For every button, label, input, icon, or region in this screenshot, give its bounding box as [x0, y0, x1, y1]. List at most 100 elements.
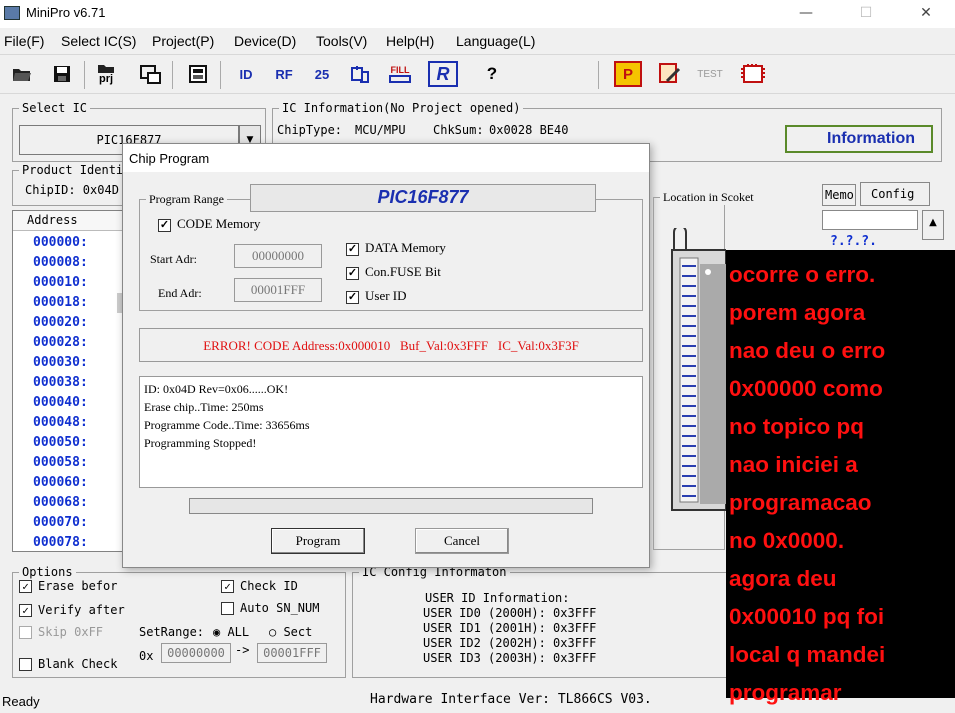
ic-config-header: USER ID Information: [425, 591, 570, 605]
user-id-label: User ID [365, 288, 407, 303]
overlay-line: no 0x0000. [729, 528, 845, 553]
test-icon[interactable]: TEST [696, 61, 724, 87]
maximize-button[interactable]: ☐ [856, 4, 876, 22]
table-row: 000020: [33, 315, 88, 330]
start-adr-label: Start Adr: [150, 252, 197, 266]
address-table: Address 000000: 000008: 000010: 000018: … [12, 210, 127, 552]
log-line: Programme Code..Time: 33656ms [144, 418, 310, 432]
scroll-up-icon[interactable]: ▲ [922, 210, 944, 240]
checksum-label: ChkSum: [433, 123, 484, 137]
menu-file[interactable]: File(F) [4, 33, 44, 49]
tab-memo[interactable]: Memo [822, 184, 856, 206]
overlay-line: programacao [729, 490, 872, 515]
check-id-checkbox[interactable]: ✓ Check ID [221, 579, 298, 593]
menu-project[interactable]: Project(P) [152, 33, 214, 49]
code-memory-label: CODE Memory [177, 216, 261, 231]
overlay-line: ocorre o erro. [729, 262, 876, 287]
end-adr-label: End Adr: [158, 286, 202, 300]
table-row: 000018: [33, 295, 88, 310]
range-start-input[interactable]: 00000000 [161, 643, 231, 663]
help-icon[interactable]: ? [478, 61, 506, 87]
set-range-label: SetRange: [139, 625, 205, 639]
overlay-line: 0x00000 como [729, 376, 883, 401]
log-line: ID: 0x04D Rev=0x06......OK! [144, 382, 289, 396]
dialog-title: Chip Program [123, 144, 649, 172]
ic-config-line: USER ID2 (2002H): 0x3FFF [423, 636, 597, 650]
zif-socket-icon [671, 228, 726, 511]
data-memory-checkbox[interactable]: ✓ DATA Memory [346, 240, 446, 256]
ic-chip-icon[interactable] [738, 61, 766, 87]
r-icon[interactable]: R [428, 61, 458, 87]
range-all-label: ALL [227, 625, 250, 639]
table-row: 000058: [33, 455, 88, 470]
range-prefix: 0x [139, 649, 154, 663]
options-group: Options ✓ Erase befor ✓ Verify after Skip … [12, 565, 346, 678]
user-id-checkbox[interactable]: ✓ User ID [346, 288, 407, 304]
overlay-line: nao iniciei a [729, 452, 858, 477]
con-fuse-bit-label: Con.FUSE Bit [365, 264, 441, 279]
read-chip-icon[interactable]: RF [270, 61, 298, 87]
save-project-icon[interactable] [136, 61, 164, 87]
menu-device[interactable]: Device(D) [234, 33, 296, 49]
range-end-input[interactable]: 00001FFF [257, 643, 327, 663]
information-button[interactable]: Information [785, 125, 933, 153]
open-project-icon[interactable]: prj [92, 61, 120, 87]
toolbar: prj ID RF 25 FILL R ? P TEST [0, 54, 955, 94]
ic-config-line: USER ID3 (2003H): 0x3FFF [423, 651, 597, 665]
menu-help[interactable]: Help(H) [386, 33, 434, 49]
menu-bar: File(F) Select IC(S) Project(P) Device(D… [0, 30, 955, 52]
skip-0xff-label: Skip 0xFF [38, 625, 104, 639]
title-bar: MiniPro v6.71 — ☐ ✕ [0, 0, 955, 28]
overlay-line: agora deu [729, 566, 837, 591]
window-title: MiniPro v6.71 [26, 5, 106, 20]
start-adr-input[interactable]: 00000000 [234, 244, 322, 268]
error-message: ERROR! CODE Address:0x000010 Buf_Val:0x3… [139, 328, 643, 362]
open-folder-icon[interactable] [8, 61, 36, 87]
menu-tools[interactable]: Tools(V) [316, 33, 367, 49]
menu-select-ic[interactable]: Select IC(S) [61, 33, 136, 49]
blank-check-checkbox[interactable]: Blank Check [19, 657, 117, 671]
skip-0xff-checkbox[interactable]: Skip 0xFF [19, 625, 103, 639]
ic-info-label: IC Information(No Project opened) [279, 101, 524, 115]
data-memory-label: DATA Memory [365, 240, 446, 255]
program-button[interactable]: Program [271, 528, 365, 554]
erase-before-checkbox[interactable]: ✓ Erase befor [19, 579, 117, 593]
menu-language[interactable]: Language(L) [456, 33, 535, 49]
buffer-icon[interactable] [184, 61, 212, 87]
log-line: Programming Stopped! [144, 436, 257, 450]
con-fuse-bit-checkbox[interactable]: ✓ Con.FUSE Bit [346, 264, 441, 280]
auto-sn-num-checkbox[interactable]: Auto SN_NUM [221, 601, 319, 615]
blank-check-label: Blank Check [38, 657, 118, 671]
verify-icon[interactable]: 25 [308, 61, 336, 87]
log-box: ID: 0x04D Rev=0x06......OK! Erase chip..… [139, 376, 643, 488]
verify-after-checkbox[interactable]: ✓ Verify after [19, 603, 125, 617]
product-identi-group: Product Identi ChipID: 0x04D [12, 163, 130, 206]
table-row: 000040: [33, 395, 88, 410]
code-memory-checkbox[interactable]: ✓ CODE Memory [158, 216, 260, 232]
options-label: Options [19, 565, 76, 579]
status-ready: Ready [2, 694, 40, 709]
range-all-radio[interactable]: ◉ ALL [213, 625, 249, 639]
overlay-line: local q mandei [729, 642, 886, 667]
read-id-icon[interactable]: ID [232, 61, 260, 87]
program-icon[interactable]: P [614, 61, 642, 87]
table-row: 000048: [33, 415, 88, 430]
table-row: 000070: [33, 515, 88, 530]
blank-check-icon[interactable] [346, 61, 374, 87]
log-line: Erase chip..Time: 250ms [144, 400, 264, 414]
ic-config-line: USER ID0 (2000H): 0x3FFF [423, 606, 597, 620]
table-row: 000060: [33, 475, 88, 490]
fill-label: FILL [390, 64, 410, 75]
tab-config[interactable]: Config [860, 182, 930, 206]
program-range-group: Program Range PIC16F877 ✓ CODE Memory Sta… [139, 184, 643, 311]
ic-config-line: USER ID1 (2001H): 0x3FFF [423, 621, 597, 635]
range-sect-radio[interactable]: ○ Sect [269, 625, 312, 639]
right-edit-panel [822, 210, 918, 230]
cancel-button[interactable]: Cancel [415, 528, 509, 554]
close-button[interactable]: ✕ [916, 4, 936, 22]
save-icon[interactable] [48, 61, 76, 87]
edit-icon[interactable] [656, 61, 684, 87]
minimize-button[interactable]: — [796, 4, 816, 22]
fill-icon[interactable]: FILL [386, 61, 414, 87]
end-adr-input[interactable]: 00001FFF [234, 278, 322, 302]
